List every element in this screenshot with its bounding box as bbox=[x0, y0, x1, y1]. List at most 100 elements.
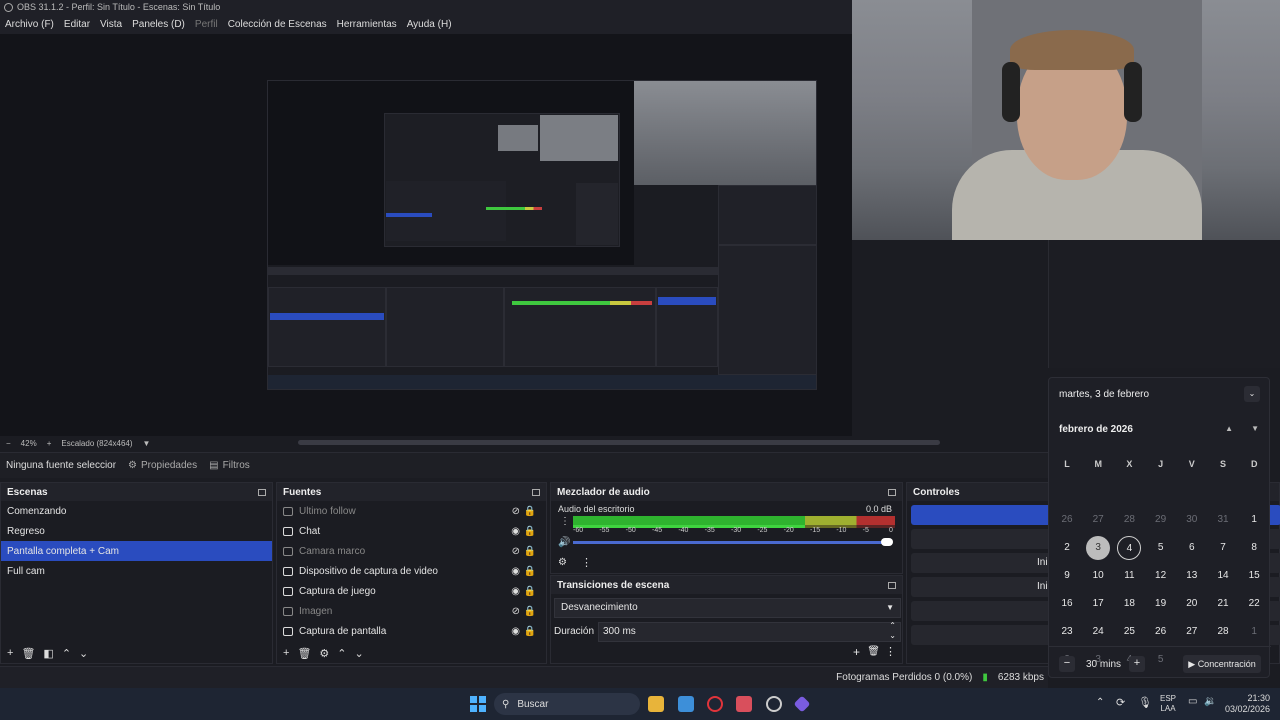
filters-button[interactable]: ▤ Filtros bbox=[209, 460, 250, 471]
calendar-day[interactable]: 8 bbox=[1242, 536, 1266, 560]
calendar-day[interactable]: 6 bbox=[1180, 536, 1204, 560]
calendar-month[interactable]: febrero de 2026 bbox=[1059, 424, 1133, 435]
sync-icon[interactable]: ⟳ bbox=[1116, 696, 1125, 709]
calendar-day[interactable]: 22 bbox=[1242, 592, 1266, 616]
calendar-collapse-button[interactable]: ⌄ bbox=[1244, 386, 1260, 402]
calendar-day[interactable]: 18 bbox=[1117, 592, 1141, 616]
lock-icon[interactable]: 🔒 bbox=[524, 526, 536, 537]
menu-item-7[interactable]: Ayuda (H) bbox=[407, 19, 452, 30]
eye-hidden-icon[interactable]: ⊘ bbox=[512, 506, 520, 517]
calendar-day[interactable]: 29 bbox=[1149, 508, 1173, 532]
calendar-day[interactable]: 9 bbox=[1055, 564, 1079, 588]
network-icon[interactable]: ▭ bbox=[1188, 696, 1197, 707]
calendar-day[interactable]: 1 bbox=[1242, 620, 1266, 644]
calendar-day[interactable]: 16 bbox=[1055, 592, 1079, 616]
calendar-day[interactable]: 19 bbox=[1149, 592, 1173, 616]
increase-focus-button[interactable]: + bbox=[1129, 656, 1145, 672]
remove-transition-icon[interactable]: 🗑 bbox=[867, 646, 880, 657]
move-up-icon[interactable]: ⌃ bbox=[62, 647, 71, 660]
calendar-day[interactable]: 13 bbox=[1180, 564, 1204, 588]
scene-item[interactable]: Regreso bbox=[1, 521, 272, 541]
move-up-icon[interactable]: ⌃ bbox=[337, 647, 346, 660]
file-explorer-icon[interactable] bbox=[648, 696, 664, 712]
eye-hidden-icon[interactable]: ⊘ bbox=[512, 546, 520, 557]
calendar-day[interactable]: 11 bbox=[1117, 564, 1141, 588]
language-indicator[interactable]: ESP LAA bbox=[1160, 694, 1176, 714]
source-item[interactable]: Captura de juego ◉ 🔒 bbox=[277, 581, 546, 601]
calendar-day[interactable]: 2 bbox=[1055, 536, 1079, 560]
lock-icon[interactable]: 🔒 bbox=[524, 586, 536, 597]
dock-undock-icon[interactable] bbox=[532, 488, 540, 496]
source-item[interactable]: Ultimo follow ⊘ 🔒 bbox=[277, 501, 546, 521]
calendar-day[interactable]: 26 bbox=[1149, 620, 1173, 644]
add-transition-icon[interactable]: + bbox=[853, 645, 860, 659]
calendar-day[interactable]: 17 bbox=[1086, 592, 1110, 616]
decrease-focus-button[interactable]: − bbox=[1059, 656, 1075, 672]
transition-menu-icon[interactable]: ⋮ bbox=[885, 645, 896, 658]
lock-icon[interactable]: 🔒 bbox=[524, 546, 536, 557]
calendar-day[interactable]: 4 bbox=[1117, 536, 1142, 560]
add-source-icon[interactable]: + bbox=[283, 647, 289, 659]
calendar-day[interactable]: 27 bbox=[1180, 620, 1204, 644]
eye-icon[interactable]: ◉ bbox=[511, 626, 520, 637]
focus-session-button[interactable]: ▶ Concentración bbox=[1183, 655, 1261, 673]
show-hidden-icons-chevron[interactable]: ⌃ bbox=[1096, 697, 1104, 708]
eye-icon[interactable]: ◉ bbox=[511, 566, 520, 577]
dock-undock-icon[interactable] bbox=[258, 488, 266, 496]
speaker-icon[interactable]: 🔊 bbox=[558, 537, 570, 548]
photos-icon[interactable] bbox=[678, 696, 694, 712]
clock[interactable]: 21:30 03/02/2026 bbox=[1222, 693, 1270, 715]
obs-taskbar-icon[interactable] bbox=[766, 696, 782, 712]
menu-item-6[interactable]: Herramientas bbox=[337, 19, 397, 30]
zoom-in-button[interactable]: + bbox=[47, 439, 52, 448]
zoom-out-button[interactable]: − bbox=[6, 439, 11, 448]
calendar-day[interactable]: 28 bbox=[1211, 620, 1235, 644]
calendar-day[interactable]: 28 bbox=[1117, 508, 1141, 532]
calendar-day[interactable]: 5 bbox=[1149, 536, 1173, 560]
calendar-day[interactable]: 12 bbox=[1149, 564, 1173, 588]
windows-start-icon[interactable] bbox=[470, 696, 486, 712]
calendar-day[interactable]: 5 bbox=[1149, 648, 1173, 672]
source-item[interactable]: Chat ◉ 🔒 bbox=[277, 521, 546, 541]
add-scene-icon[interactable]: + bbox=[7, 647, 13, 659]
channel-menu-icon[interactable]: ⋮ bbox=[560, 516, 570, 527]
volume-slider-handle[interactable] bbox=[881, 538, 893, 546]
calendar-day[interactable]: 31 bbox=[1211, 508, 1235, 532]
calendar-day[interactable]: 24 bbox=[1086, 620, 1110, 644]
taskbar-search-box[interactable]: ⚲ Buscar bbox=[494, 693, 640, 715]
volume-icon[interactable]: 🔉 bbox=[1204, 696, 1216, 707]
dock-undock-icon[interactable] bbox=[888, 488, 896, 496]
properties-button[interactable]: ⚙ Propiedades bbox=[128, 460, 197, 471]
calendar-day[interactable]: 26 bbox=[1055, 508, 1079, 532]
calendar-day[interactable]: 14 bbox=[1211, 564, 1235, 588]
calendar-day[interactable]: 23 bbox=[1055, 620, 1079, 644]
next-month-button[interactable]: ▼ bbox=[1251, 424, 1259, 433]
menu-item-3[interactable]: Paneles (D) bbox=[132, 19, 185, 30]
eye-icon[interactable]: ◉ bbox=[511, 526, 520, 537]
calendar-day[interactable]: 7 bbox=[1211, 536, 1235, 560]
calendar-day[interactable]: 25 bbox=[1117, 620, 1141, 644]
advanced-audio-icon[interactable]: ⚙ bbox=[558, 557, 567, 568]
remove-source-icon[interactable]: 🗑 bbox=[297, 647, 311, 660]
snipping-tool-icon[interactable] bbox=[736, 696, 752, 712]
scene-filters-icon[interactable]: ◧ bbox=[43, 647, 53, 660]
source-item[interactable]: Captura de pantalla ◉ 🔒 bbox=[277, 621, 546, 641]
menu-item-5[interactable]: Colección de Escenas bbox=[228, 19, 327, 30]
scale-dropdown-icon[interactable]: ▼ bbox=[143, 439, 151, 448]
calendar-day[interactable]: 1 bbox=[1242, 508, 1266, 532]
microphone-icon[interactable]: 🎙 bbox=[1138, 696, 1152, 709]
lock-icon[interactable]: 🔒 bbox=[524, 506, 536, 517]
previous-month-button[interactable]: ▲ bbox=[1225, 424, 1233, 433]
scene-item[interactable]: Full cam bbox=[1, 561, 272, 581]
scene-item[interactable]: Comenzando bbox=[1, 501, 272, 521]
dock-undock-icon[interactable] bbox=[888, 581, 896, 589]
calendar-day[interactable]: 15 bbox=[1242, 564, 1266, 588]
duration-input[interactable]: 300 ms ⌃ ⌄ bbox=[598, 621, 901, 642]
menu-item-0[interactable]: Archivo (F) bbox=[5, 19, 54, 30]
volume-slider[interactable] bbox=[573, 541, 889, 544]
opera-gx-icon[interactable] bbox=[707, 696, 723, 712]
transition-select[interactable]: Desvanecimiento ▼ bbox=[554, 598, 901, 618]
calendar-day[interactable]: 21 bbox=[1211, 592, 1235, 616]
source-item[interactable]: Imagen ⊘ 🔒 bbox=[277, 601, 546, 621]
move-down-icon[interactable]: ⌄ bbox=[79, 647, 88, 660]
